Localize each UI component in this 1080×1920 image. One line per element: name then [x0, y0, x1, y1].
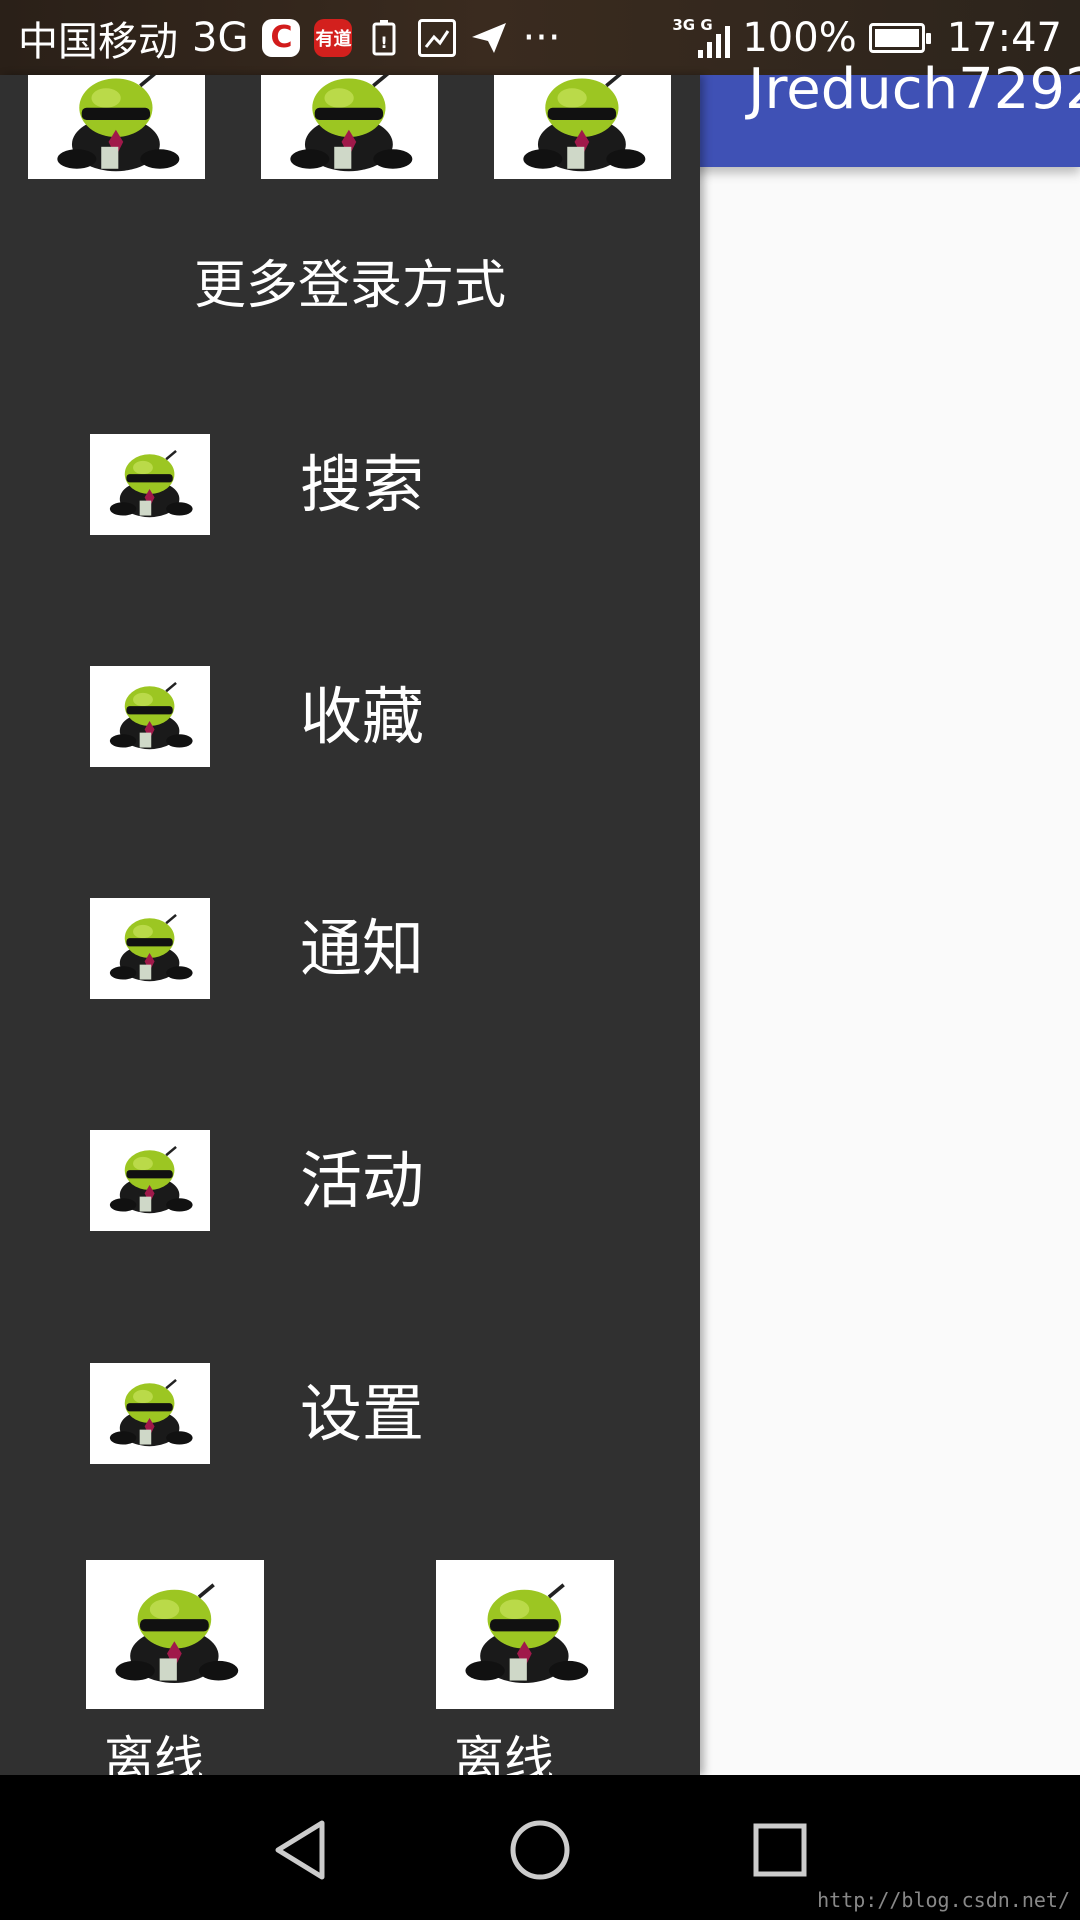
menu-item-favorites[interactable]: 收藏	[0, 660, 700, 770]
more-notifications-icon: ···	[522, 14, 561, 61]
recents-button[interactable]	[745, 1815, 815, 1885]
android-avatar-icon	[28, 75, 205, 179]
battery-alert-icon: !	[366, 19, 404, 57]
android-avatar-icon	[494, 75, 671, 179]
battery-percent: 100%	[742, 14, 857, 61]
android-avatar-icon	[90, 1130, 210, 1231]
back-button[interactable]	[266, 1815, 336, 1885]
gallery-icon	[418, 18, 457, 57]
c-app-icon: C	[262, 18, 301, 57]
network-type: 3G	[192, 14, 249, 61]
offline-label: 离线	[104, 1731, 204, 1775]
menu-item-search[interactable]: 搜索	[0, 428, 700, 538]
carrier-label: 中国移动	[18, 18, 178, 65]
menu-item-settings[interactable]: 设置	[0, 1357, 700, 1467]
recents-icon	[753, 1823, 807, 1877]
clock: 17:47	[946, 14, 1062, 61]
menu-item-activities[interactable]: 活动	[0, 1124, 700, 1234]
android-avatar-icon	[261, 75, 438, 179]
android-avatar-icon	[90, 666, 210, 767]
home-icon	[510, 1820, 570, 1880]
youdao-icon: 有道	[314, 18, 353, 57]
toolbar-title: Jreduch7292	[748, 57, 1080, 122]
signal-strength-icon: 3G G	[672, 15, 731, 58]
menu-item-label: 设置	[300, 1377, 425, 1450]
android-avatar-icon	[90, 898, 210, 999]
android-avatar-icon	[90, 434, 210, 535]
menu-item-label: 搜索	[300, 448, 425, 521]
android-avatar-icon	[86, 1560, 264, 1709]
battery-icon	[868, 22, 931, 53]
menu-item-label: 活动	[300, 1144, 425, 1217]
menu-item-label: 收藏	[300, 680, 425, 753]
android-avatar-icon	[90, 1363, 210, 1464]
status-left: 中国移动 3G C 有道 ! ···	[18, 9, 561, 67]
login-option-avatar-3[interactable]	[494, 75, 671, 179]
home-button[interactable]	[505, 1815, 575, 1885]
back-icon	[275, 1820, 325, 1880]
paper-plane-icon	[470, 19, 508, 57]
android-avatar-icon	[436, 1560, 614, 1709]
login-option-avatar-2[interactable]	[261, 75, 438, 179]
login-option-avatar-1[interactable]	[28, 75, 205, 179]
status-right: 3G G 100% 17:47	[672, 15, 1062, 61]
navigation-drawer[interactable]: 更多登录方式 搜索 收藏 通知 活动 设置 离线 离线	[0, 75, 700, 1775]
svg-text:!: !	[381, 33, 388, 52]
more-login-options[interactable]: 更多登录方式	[0, 243, 700, 318]
menu-item-notifications[interactable]: 通知	[0, 892, 700, 1002]
offline-label: 离线	[454, 1731, 554, 1775]
system-nav-bar: http://blog.csdn.net/	[0, 1775, 1080, 1920]
signal-tag: 3G G	[672, 15, 713, 34]
menu-item-label: 通知	[300, 912, 425, 985]
watermark: http://blog.csdn.net/	[817, 1888, 1070, 1912]
